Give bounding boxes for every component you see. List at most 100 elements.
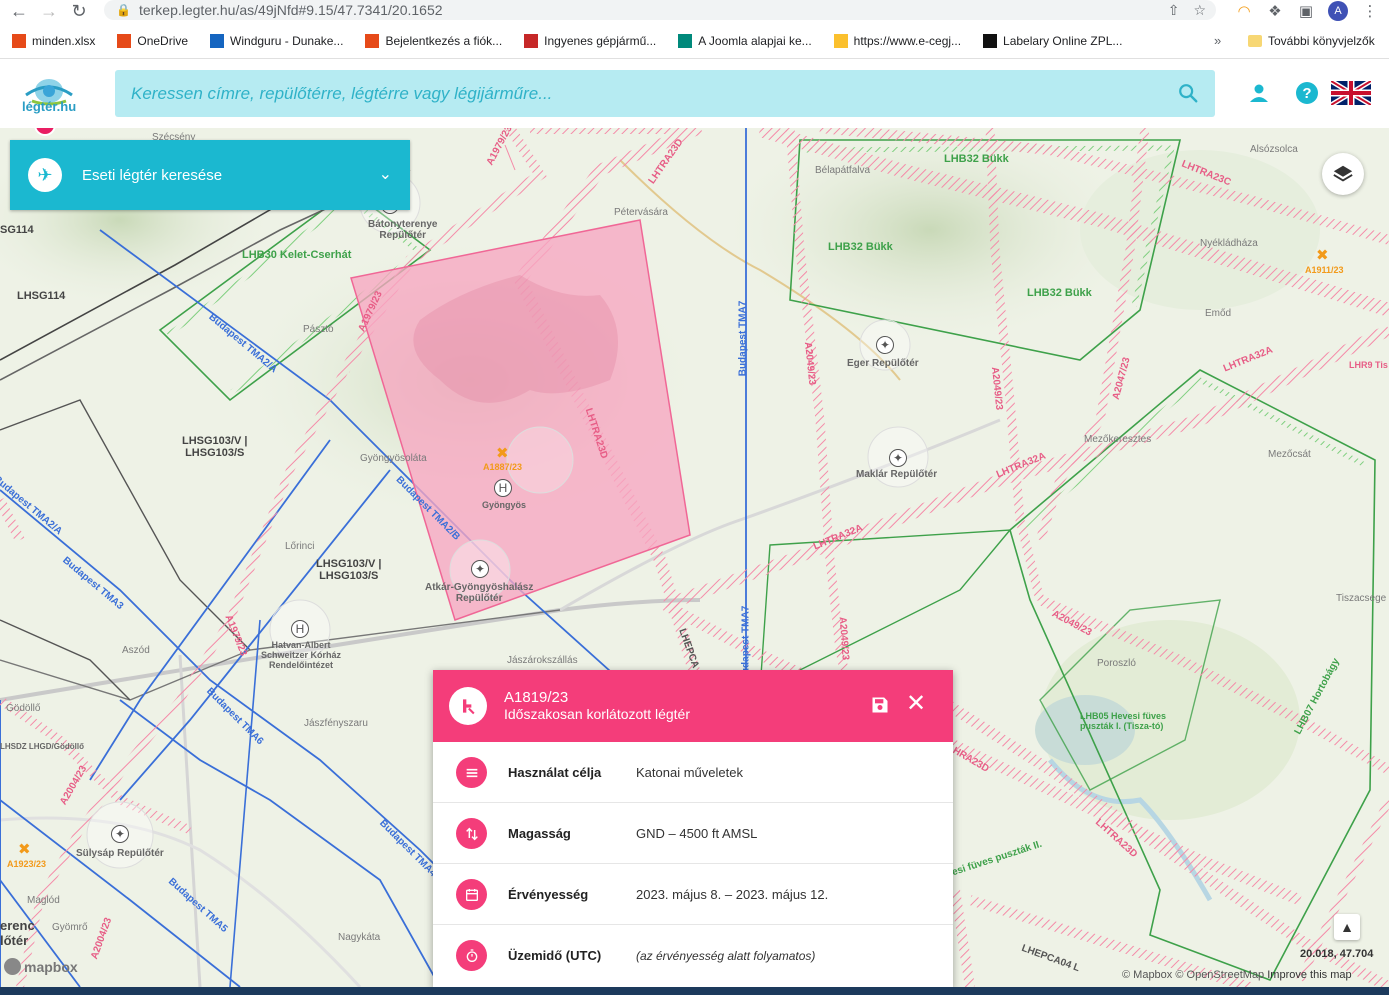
drone-zone-label[interactable]: A1911/23 — [1305, 265, 1344, 275]
detail-value: GND – 4500 ft AMSL — [636, 825, 758, 841]
airport-icon[interactable]: ✦ — [889, 449, 907, 467]
airport-label-maklar[interactable]: Maklár Repülőtér — [856, 469, 937, 480]
airport-label-godollo[interactable]: LHSDZ LHGD/Gödöllő — [0, 742, 84, 751]
drone-zone-icon[interactable]: ✖ — [1316, 246, 1329, 264]
airport-label-eger[interactable]: Eger Repülőtér — [847, 358, 919, 369]
compass-button[interactable]: ▲ — [1334, 914, 1360, 940]
detail-row-validity: Érvényesség 2023. május 8. – 2023. május… — [433, 864, 953, 925]
bookmark-label: Ingyenes gépjármű... — [544, 34, 657, 48]
search-icon[interactable] — [1177, 82, 1199, 104]
place-label: Tiszacsege — [1336, 593, 1387, 604]
improve-map-link[interactable]: Improve this map — [1267, 969, 1351, 981]
bookmark-star-icon[interactable]: ☆ — [1193, 2, 1206, 19]
place-label: Jászárokszállás — [507, 655, 578, 666]
address-bar[interactable]: 🔒 terkep.legter.hu/as/49jNfd#9.15/47.734… — [104, 0, 1216, 20]
layers-button[interactable] — [1322, 153, 1364, 195]
drone-zone-label[interactable]: A1923/23 — [7, 859, 46, 869]
bookmark-favicon-icon — [365, 34, 380, 48]
other-bookmarks[interactable]: További könyvjelzők — [1248, 30, 1375, 52]
bookmark-item[interactable]: Labelary Online ZPL... — [983, 34, 1122, 48]
zone-label-lhsg114: LHSG114 — [17, 290, 66, 302]
heliport-icon[interactable]: H — [494, 479, 512, 497]
map-attribution: © Mapbox © OpenStreetMap Improve this ma… — [1122, 969, 1352, 981]
profile-avatar[interactable]: A — [1328, 1, 1348, 21]
browser-menu-icon[interactable]: ⋮ — [1361, 2, 1379, 20]
reload-icon[interactable]: ↻ — [64, 0, 94, 22]
bookmark-item[interactable]: OneDrive — [117, 34, 188, 48]
zone-label-lhsg103: LHSG103/V | LHSG103/S — [182, 435, 248, 459]
detail-label: Használat célja — [508, 764, 602, 780]
bookmark-favicon-icon — [833, 34, 848, 48]
finder-title[interactable]: Eseti légtér keresése — [82, 167, 222, 184]
mapbox-logo-text: mapbox — [24, 958, 78, 975]
bookmarks-overflow-button[interactable]: » — [1214, 33, 1221, 48]
bookmark-label: minden.xlsx — [32, 34, 96, 48]
airplane-icon: ✈ — [28, 158, 62, 192]
save-icon[interactable] — [870, 695, 890, 715]
close-icon[interactable]: ✕ — [906, 692, 926, 716]
search-input[interactable] — [115, 71, 1155, 116]
airport-icon[interactable]: ✦ — [876, 336, 894, 354]
zone-label-lhb30: LHB30 Kelet-Cserhát — [242, 249, 352, 261]
heliport-icon[interactable]: H — [291, 620, 309, 638]
bookmarks-bar: minden.xlsx OneDrive Windguru - Dunake... B… — [0, 30, 1389, 52]
mapbox-attribution-link[interactable]: © Mapbox — [1122, 969, 1172, 981]
bookmark-item[interactable]: Ingyenes gépjármű... — [524, 34, 656, 48]
bookmark-label: Labelary Online ZPL... — [1003, 34, 1123, 48]
browser-toolbar: ← → ↻ 🔒 terkep.legter.hu/as/49jNfd#9.15/… — [0, 0, 1389, 22]
airport-icon[interactable]: ✦ — [111, 825, 129, 843]
place-label: Gödöllő — [6, 703, 41, 714]
bookmark-favicon-icon — [210, 34, 225, 48]
forward-icon[interactable]: → — [34, 0, 64, 22]
search-bar — [115, 70, 1215, 117]
url-text[interactable]: terkep.legter.hu/as/49jNfd#9.15/47.7341/… — [139, 2, 443, 18]
zone-label-lhb32: LHB32 Bükk — [828, 241, 893, 253]
osm-attribution-link[interactable]: © OpenStreetMap — [1175, 969, 1264, 981]
bookmark-item[interactable]: A Joomla alapjai ke... — [678, 34, 812, 48]
bookmark-item[interactable]: https://www.e-cegj... — [833, 34, 962, 48]
drone-zone-icon[interactable]: ✖ — [18, 840, 31, 858]
detail-value: (az érvényesség alatt folyamatos) — [636, 948, 816, 963]
airport-label-batonyterenye[interactable]: Bátonyterenye Repülőtér — [368, 219, 437, 241]
airport-label-sulysap[interactable]: Sülysáp Repülőtér — [76, 848, 164, 859]
zone-label-lhb32: LHB32 Bükk — [1027, 287, 1092, 299]
ad-hoc-airspace-finder[interactable]: ✈ Eseti légtér keresése ⌄ — [10, 140, 410, 210]
bookmark-favicon-icon — [983, 34, 998, 48]
place-label: Maglód — [27, 895, 60, 906]
bookmark-favicon-icon — [678, 34, 693, 48]
back-icon[interactable]: ← — [4, 0, 34, 22]
help-icon[interactable]: ? — [1295, 81, 1319, 105]
user-icon[interactable] — [1247, 81, 1271, 105]
bookmark-item[interactable]: minden.xlsx — [12, 34, 95, 48]
place-label: Jászfényszaru — [304, 718, 368, 729]
mapbox-logo[interactable]: mapbox — [4, 958, 78, 975]
airport-label-atkar[interactable]: Atkár-Gyöngyöshalász Repülőtér — [425, 582, 533, 604]
share-icon[interactable]: ⇧ — [1168, 2, 1180, 19]
place-label: Emőd — [1205, 308, 1232, 319]
place-label: erenc lőtér — [0, 918, 35, 948]
bookmark-label: Windguru - Dunake... — [230, 34, 344, 48]
lock-icon[interactable]: 🔒 — [116, 3, 131, 17]
place-label: Mezőcsát — [1268, 449, 1311, 460]
airport-label-gyongyos[interactable]: Gyöngyös — [482, 500, 526, 510]
bookmark-label: https://www.e-cegj... — [853, 34, 962, 48]
airport-label-hatvan[interactable]: Hatvan-Albert Schweitzer Kórház Rendelői… — [261, 640, 341, 670]
logo-text[interactable]: légtér.hu — [22, 99, 76, 114]
detail-label: Üzemidő (UTC) — [508, 948, 602, 963]
list-icon — [456, 757, 487, 788]
bookmark-label: A Joomla alapjai ke... — [698, 34, 812, 48]
airport-label-lhr9[interactable]: LHR9 Tis — [1349, 360, 1388, 370]
place-label: Pétervására — [614, 207, 668, 218]
uk-flag-language-icon[interactable] — [1331, 81, 1371, 105]
bookmark-favicon-icon — [524, 34, 539, 48]
chevron-down-icon[interactable]: ⌄ — [379, 164, 392, 184]
side-panel-icon[interactable]: ▣ — [1297, 2, 1315, 20]
airport-icon[interactable]: ✦ — [471, 560, 489, 578]
place-label: Gyöngyösoláta — [360, 453, 427, 464]
bookmark-item[interactable]: Windguru - Dunake... — [210, 34, 343, 48]
drone-zone-label[interactable]: A1887/23 — [483, 462, 522, 472]
extensions-puzzle-icon[interactable]: ❖ — [1266, 2, 1284, 20]
rss-extension-icon[interactable]: ◠ — [1235, 2, 1253, 20]
bookmark-item[interactable]: Bejelentkezés a fiók... — [365, 34, 502, 48]
drone-zone-icon[interactable]: ✖ — [496, 444, 509, 462]
